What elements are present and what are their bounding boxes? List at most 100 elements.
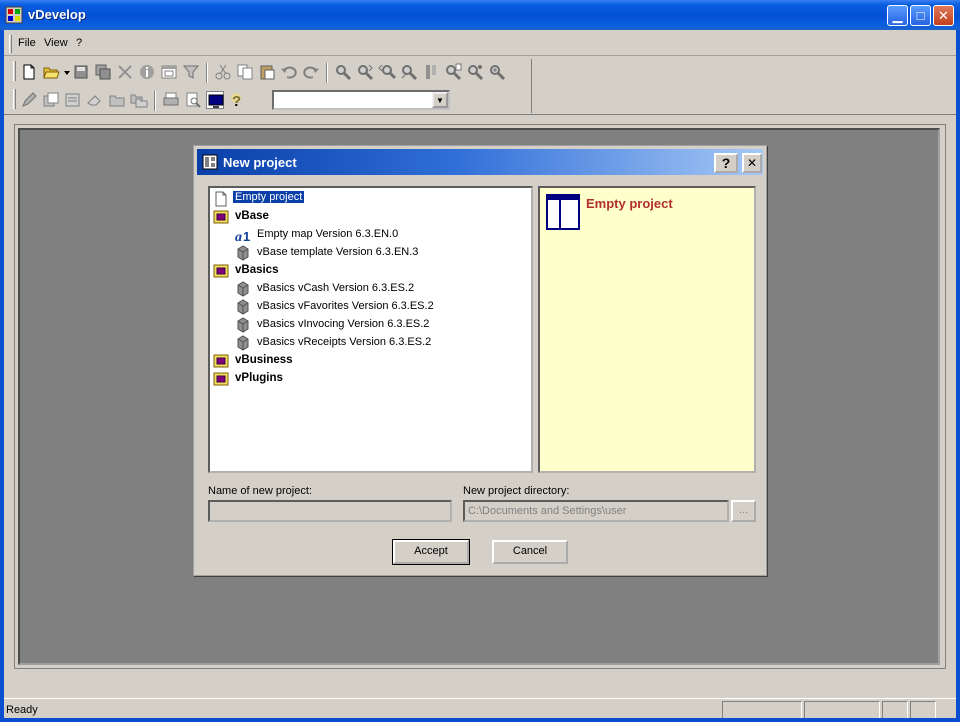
dialog-icon bbox=[202, 154, 218, 170]
bookmark-icon[interactable] bbox=[422, 63, 440, 81]
package-icon bbox=[235, 281, 251, 297]
dialog-title-bar[interactable]: New project ? ✕ bbox=[197, 149, 763, 175]
toolbar-panel: ? ▼ bbox=[10, 59, 532, 113]
close-button[interactable]: ✕ bbox=[933, 5, 954, 26]
duplicate-icon[interactable] bbox=[42, 91, 60, 109]
svg-text:1: 1 bbox=[243, 229, 250, 243]
window-title-bar[interactable]: vDevelop ▁ □ ✕ bbox=[0, 0, 960, 30]
document-icon bbox=[213, 191, 229, 207]
app-icon bbox=[5, 6, 23, 24]
monitor-icon[interactable] bbox=[206, 91, 224, 109]
new-file-icon[interactable] bbox=[20, 63, 38, 81]
toolbar-grip-1[interactable] bbox=[13, 61, 16, 81]
browse-button[interactable]: ... bbox=[731, 500, 756, 522]
tree-item-label: Empty map Version 6.3.EN.0 bbox=[257, 228, 399, 240]
menu-bar: File View ? bbox=[4, 32, 956, 56]
status-pane bbox=[722, 701, 802, 719]
window-frame-right bbox=[956, 30, 960, 722]
status-pane bbox=[804, 701, 880, 719]
folder-icon bbox=[213, 353, 229, 369]
tree-item-label: vPlugins bbox=[235, 372, 283, 384]
svg-text:a: a bbox=[235, 230, 242, 243]
save-icon[interactable] bbox=[72, 63, 90, 81]
dialog-title: New project bbox=[223, 155, 297, 170]
window-icon[interactable] bbox=[160, 63, 178, 81]
tree-item-label: Empty project bbox=[233, 191, 305, 203]
toolbar-combo[interactable]: ▼ bbox=[272, 90, 450, 110]
dropdown-arrow-icon[interactable] bbox=[58, 63, 70, 81]
folder-icon bbox=[213, 263, 229, 279]
print-icon[interactable] bbox=[162, 91, 180, 109]
help-icon[interactable]: ? bbox=[228, 91, 246, 110]
map-icon: a1 bbox=[235, 227, 251, 245]
folders-icon[interactable] bbox=[130, 91, 148, 109]
dialog-close-button[interactable]: ✕ bbox=[742, 153, 762, 173]
new-project-dialog: New project ? ✕ Empty project vBase a 1 Empt… bbox=[193, 145, 767, 576]
folder-icon bbox=[213, 371, 229, 387]
project-directory-input[interactable]: C:\Documents and Settings\user bbox=[463, 500, 729, 522]
edit-icon[interactable] bbox=[20, 91, 38, 109]
find-next-icon[interactable] bbox=[356, 63, 374, 81]
status-text: Ready bbox=[6, 704, 38, 716]
minimize-button[interactable]: ▁ bbox=[887, 5, 908, 26]
form-icon[interactable] bbox=[64, 91, 82, 109]
menu-view-label: View bbox=[44, 37, 68, 49]
copy-icon[interactable] bbox=[236, 63, 254, 81]
maximize-button[interactable]: □ bbox=[910, 5, 931, 26]
toolbar-separator bbox=[206, 63, 208, 83]
toolbar-separator bbox=[326, 63, 328, 83]
window-title: vDevelop bbox=[28, 7, 86, 22]
find-prev-icon[interactable] bbox=[378, 63, 397, 81]
menu-help-label: ? bbox=[76, 37, 83, 49]
preview-title: Empty project bbox=[586, 196, 673, 211]
project-layout-icon bbox=[546, 194, 580, 230]
package-icon bbox=[235, 245, 251, 261]
folder-icon[interactable] bbox=[108, 91, 126, 109]
toolbar-area: ? ▼ bbox=[4, 57, 956, 115]
properties-icon[interactable] bbox=[116, 63, 134, 81]
tree-item-label: vBasics vFavorites Version 6.3.ES.2 bbox=[257, 300, 434, 312]
search-options-icon[interactable] bbox=[466, 63, 484, 81]
menu-file[interactable]: File bbox=[18, 37, 36, 49]
undo-icon[interactable] bbox=[280, 63, 298, 81]
folder-icon bbox=[213, 209, 229, 225]
find-in-files-icon[interactable] bbox=[444, 63, 462, 81]
replace-icon[interactable] bbox=[400, 63, 418, 81]
tree-item-label: vBase bbox=[235, 210, 269, 222]
toolbar-separator bbox=[154, 91, 156, 111]
status-pane bbox=[882, 701, 908, 719]
tree-item-label: vBasics vReceipts Version 6.3.ES.2 bbox=[257, 336, 432, 348]
tree-item-label: vBusiness bbox=[235, 354, 293, 366]
toolbar-grip-2[interactable] bbox=[13, 89, 16, 109]
menu-help[interactable]: ? bbox=[76, 37, 82, 49]
status-pane bbox=[910, 701, 936, 719]
cancel-button[interactable]: Cancel bbox=[492, 540, 568, 564]
project-directory-label: New project directory: bbox=[463, 485, 570, 497]
menu-view[interactable]: View bbox=[44, 37, 68, 49]
filter-icon[interactable] bbox=[182, 63, 200, 81]
window-frame-bottom bbox=[0, 718, 960, 722]
project-name-input[interactable] bbox=[208, 500, 452, 522]
save-all-icon[interactable] bbox=[94, 63, 112, 81]
menu-grip[interactable] bbox=[9, 35, 12, 53]
info-icon[interactable] bbox=[138, 63, 156, 81]
paste-icon[interactable] bbox=[258, 63, 276, 81]
find-icon[interactable] bbox=[334, 63, 352, 81]
tree-item-label: vBase template Version 6.3.EN.3 bbox=[257, 246, 419, 258]
package-icon bbox=[235, 317, 251, 333]
status-bar: Ready bbox=[4, 698, 956, 719]
window-frame-left bbox=[0, 30, 4, 722]
cut-icon[interactable] bbox=[214, 63, 232, 81]
eraser-icon[interactable] bbox=[86, 91, 104, 109]
menu-file-label: File bbox=[18, 37, 36, 49]
dialog-help-button[interactable]: ? bbox=[714, 153, 738, 173]
project-template-tree[interactable]: Empty project vBase a 1 Empty map Version 6.… bbox=[208, 186, 533, 473]
tree-item-label: vBasics vCash Version 6.3.ES.2 bbox=[257, 282, 415, 294]
package-icon bbox=[235, 335, 251, 351]
template-preview: Empty project bbox=[538, 186, 756, 473]
redo-icon[interactable] bbox=[302, 63, 320, 81]
accept-button[interactable]: Accept bbox=[392, 539, 470, 565]
zoom-icon[interactable] bbox=[488, 63, 506, 81]
print-preview-icon[interactable] bbox=[184, 91, 202, 109]
chevron-down-icon[interactable]: ▼ bbox=[432, 92, 448, 108]
